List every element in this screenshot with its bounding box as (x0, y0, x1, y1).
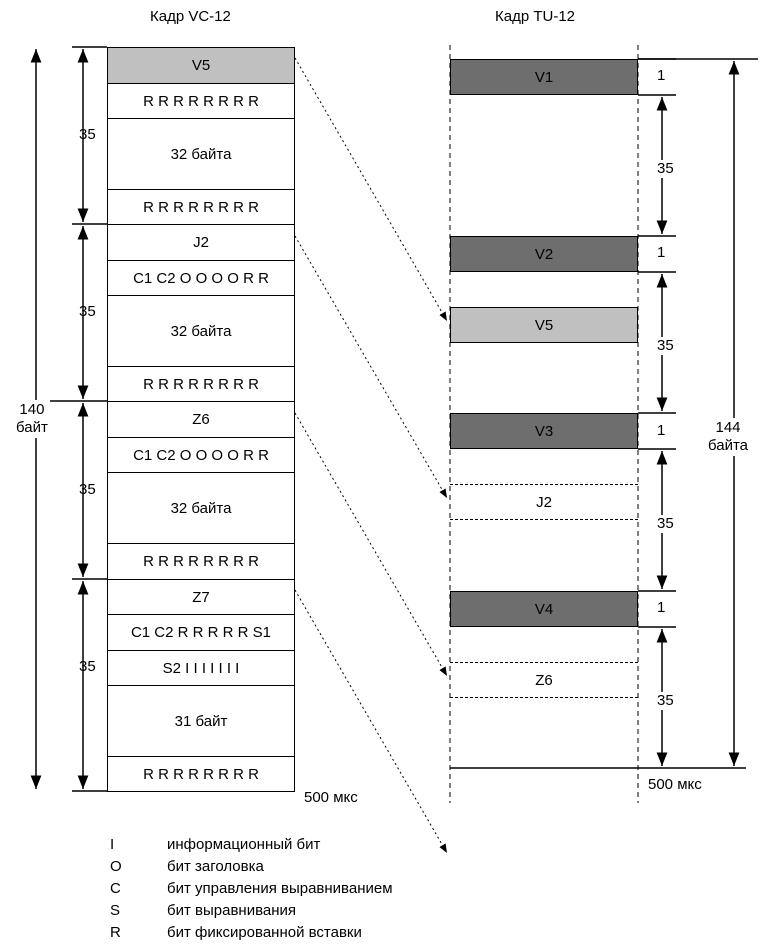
vc12-group-label: 35 (79, 658, 96, 675)
vc12-row: C1 C2 R R R R R S1 (107, 614, 295, 651)
tu12-total-line1: 144 (715, 419, 741, 436)
vc12-row: Z7 (107, 579, 295, 615)
vc12-time-label: 500 мкс (304, 789, 358, 806)
tu12-box: V2 (450, 236, 638, 272)
vc12-row: C1 C2 O O O O R R (107, 260, 295, 296)
legend-symbol: R (110, 924, 121, 941)
tu12-group-label: 35 (657, 692, 674, 710)
vc12-row: R R R R R R R R (107, 83, 295, 119)
tu12-total-label: 144 байта (706, 418, 751, 456)
vc12-total-label: 140 байт (14, 400, 50, 438)
mapping-arrow (294, 235, 448, 499)
vc12-row: Z6 (107, 401, 295, 438)
tu12-total-line2: байта (708, 437, 749, 454)
legend-description: информационный бит (167, 836, 321, 853)
tu12-group-label: 35 (657, 337, 674, 355)
tu12-one-label: 1 (657, 599, 666, 616)
vc12-row: J2 (107, 224, 295, 261)
vc12-group-label: 35 (79, 303, 96, 320)
vc12-row: C1 C2 O O O O R R (107, 437, 295, 473)
tu12-box: V1 (450, 59, 638, 95)
vc12-row: R R R R R R R R (107, 543, 295, 580)
vc12-row: R R R R R R R R (107, 756, 295, 792)
tu12-one-label: 1 (657, 422, 666, 439)
vc12-row: 31 байт (107, 685, 295, 757)
vc12-row: R R R R R R R R (107, 366, 295, 402)
mapping-arrow (294, 589, 448, 854)
vc12-row: 32 байта (107, 118, 295, 190)
legend-symbol: I (110, 836, 115, 853)
vc12-row: 32 байта (107, 472, 295, 544)
tu12-one-label: 1 (657, 67, 666, 84)
tu12-one-label: 1 (657, 244, 666, 261)
tu12-box: V3 (450, 413, 638, 449)
vc12-total-line2: байт (16, 419, 48, 436)
legend-description: бит управления выравниванием (167, 880, 393, 897)
tu12-box: V4 (450, 591, 638, 627)
vc12-row: S2 I I I I I I I (107, 650, 295, 686)
vc12-row: 32 байта (107, 295, 295, 367)
mapping-arrow (294, 57, 448, 322)
vc12-row: V5 (107, 47, 295, 84)
vc12-group-label: 35 (79, 481, 96, 498)
tu12-box: V5 (450, 307, 638, 343)
legend-symbol: S (110, 902, 121, 919)
tu12-box: Z6 (450, 662, 638, 698)
tu12-group-label: 35 (657, 160, 674, 178)
vc12-row: R R R R R R R R (107, 189, 295, 225)
mapping-arrow (294, 412, 448, 677)
legend-description: бит фиксированной вставки (167, 924, 362, 941)
legend-symbol: O (110, 858, 122, 875)
legend-description: бит выравнивания (167, 902, 297, 919)
vc12-group-label: 35 (79, 126, 96, 143)
legend-symbol: C (110, 880, 121, 897)
vc12-total-line1: 140 (19, 401, 45, 418)
legend-description: бит заголовка (167, 858, 264, 875)
tu12-box: J2 (450, 484, 638, 520)
tu12-time-label: 500 мкс (648, 776, 702, 793)
tu12-group-label: 35 (657, 515, 674, 533)
